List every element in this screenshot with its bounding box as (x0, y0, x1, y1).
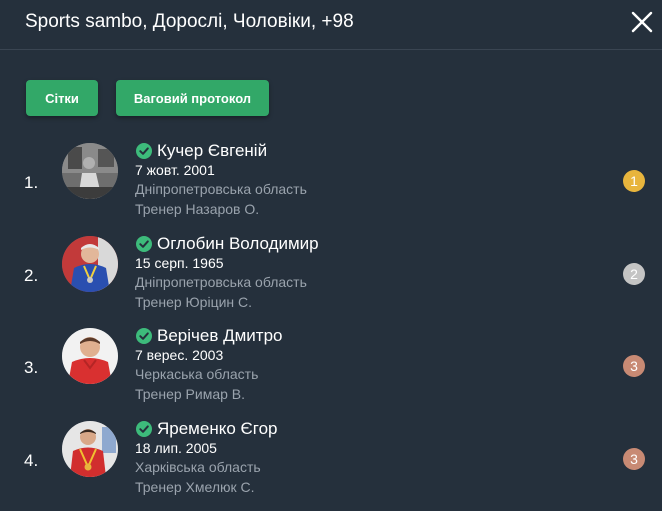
region: Черкаська область (135, 366, 259, 382)
check-circle-icon (136, 236, 152, 252)
coach: Тренер Назаров О. (135, 201, 260, 217)
athlete-name[interactable]: Верічев Дмитро (157, 326, 282, 346)
close-icon[interactable] (630, 10, 654, 34)
modal-title: Sports sambo, Дорослі, Чоловіки, +98 (25, 11, 354, 32)
grids-button[interactable]: Сітки (26, 80, 98, 116)
check-circle-icon (136, 143, 152, 159)
avatar (62, 328, 118, 384)
athlete-name[interactable]: Оглобин Володимир (157, 234, 319, 254)
region: Дніпропетровська область (135, 274, 307, 290)
coach: Тренер Римар В. (135, 386, 246, 402)
place-badge: 2 (623, 263, 645, 285)
rank-number: 4. (24, 451, 39, 470)
athlete-name-line: Оглобин Володимир (136, 234, 319, 254)
athlete-name[interactable]: Яременко Єгор (157, 419, 277, 439)
athlete-row[interactable]: 3. Верічев Дмитро 7 верес. 2003 Черкаськ… (0, 326, 662, 418)
avatar (62, 421, 118, 477)
avatar (62, 236, 118, 292)
avatar (62, 143, 118, 199)
place-badge: 1 (623, 170, 645, 192)
coach: Тренер Хмелюк С. (135, 479, 255, 495)
modal-header: Sports sambo, Дорослі, Чоловіки, +98 (0, 0, 662, 50)
region: Харківська область (135, 459, 261, 475)
athlete-name-line: Верічев Дмитро (136, 326, 282, 346)
coach: Тренер Юріцин С. (135, 294, 253, 310)
athlete-row[interactable]: 2. Оглобин Володимир 15 серп. 1965 Дніпр… (0, 234, 662, 326)
athlete-name-line: Яременко Єгор (136, 419, 277, 439)
rank-number: 2. (24, 266, 39, 285)
athlete-row[interactable]: 4. Яременко Єгор 18 лип. 2005 Харківська… (0, 419, 662, 511)
athlete-name-line: Кучер Євгеній (136, 141, 267, 161)
athlete-name[interactable]: Кучер Євгеній (157, 141, 267, 161)
check-circle-icon (136, 328, 152, 344)
place-badge: 3 (623, 355, 645, 377)
place-badge: 3 (623, 448, 645, 470)
check-circle-icon (136, 421, 152, 437)
birth-date: 7 верес. 2003 (135, 347, 224, 363)
region: Дніпропетровська область (135, 181, 307, 197)
rank-number: 1. (24, 173, 39, 192)
athlete-row[interactable]: 1. Кучер Євгеній 7 жовт. 2001 Дніпропетр… (0, 141, 662, 233)
birth-date: 15 серп. 1965 (135, 255, 224, 271)
birth-date: 7 жовт. 2001 (135, 162, 215, 178)
weigh-in-protocol-button[interactable]: Ваговий протокол (116, 80, 269, 116)
birth-date: 18 лип. 2005 (135, 440, 217, 456)
rank-number: 3. (24, 358, 39, 377)
